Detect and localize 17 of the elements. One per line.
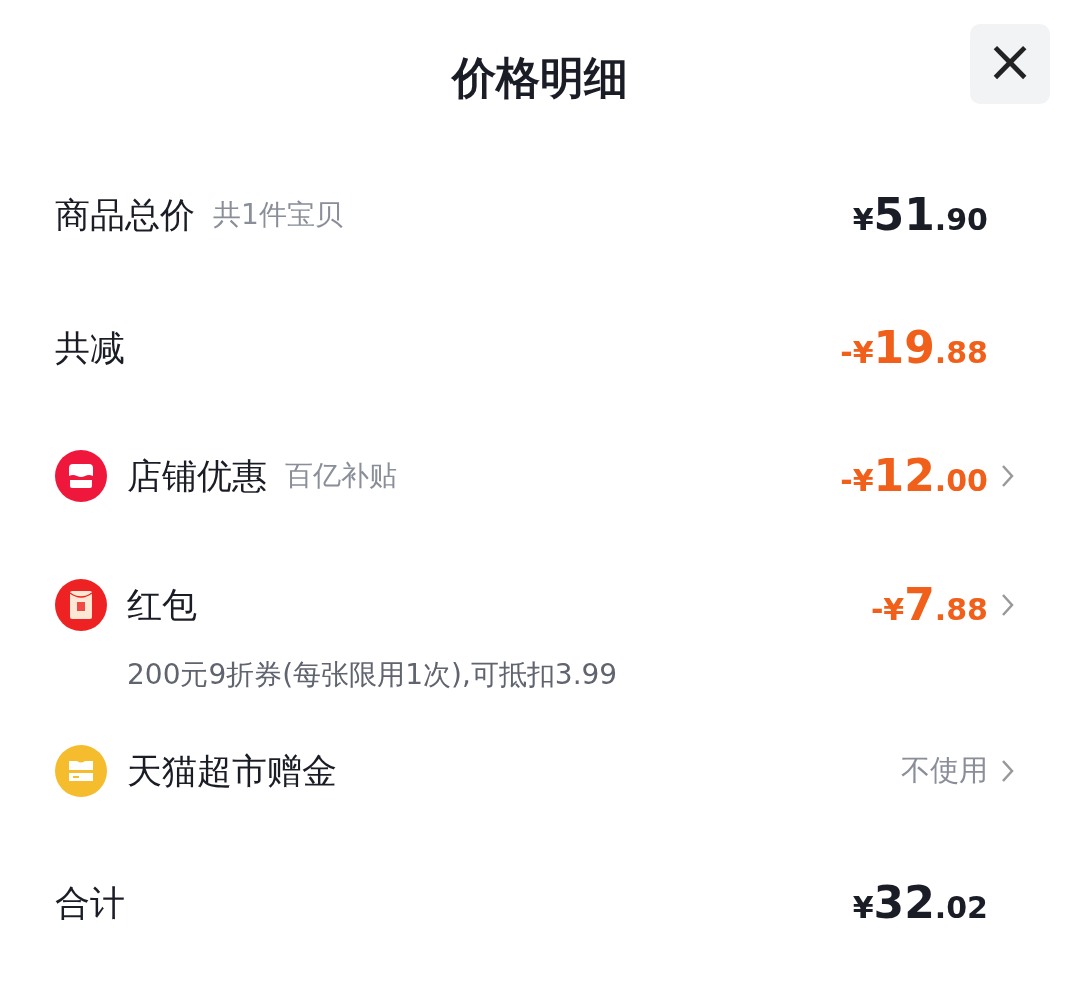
price-amount: ¥32.02 [852, 876, 988, 930]
row-label: 天猫超市赠金 [127, 749, 337, 793]
row-subtitle: 百亿补贴 [285, 458, 397, 494]
row-label: 合计 [55, 881, 125, 925]
coupon-note: 200元9折券(每张限用1次),可抵扣3.99 [126, 657, 619, 693]
row-label: 红包 [127, 583, 197, 627]
close-button[interactable]: × [970, 24, 1050, 104]
row-label: 店铺优惠 [127, 454, 267, 498]
row-subtitle: 共1件宝贝 [213, 197, 343, 233]
status-text: 不使用 [901, 752, 988, 790]
price-amount: -¥19.88 [840, 321, 988, 375]
price-amount: -¥12.00 [840, 449, 988, 503]
price-amount: -¥7.88 [870, 578, 988, 632]
dialog-title: 价格明细 [452, 51, 628, 105]
row-label: 商品总价 [55, 193, 195, 237]
price-amount: ¥51.90 [852, 188, 988, 242]
row-label: 共减 [55, 326, 125, 370]
